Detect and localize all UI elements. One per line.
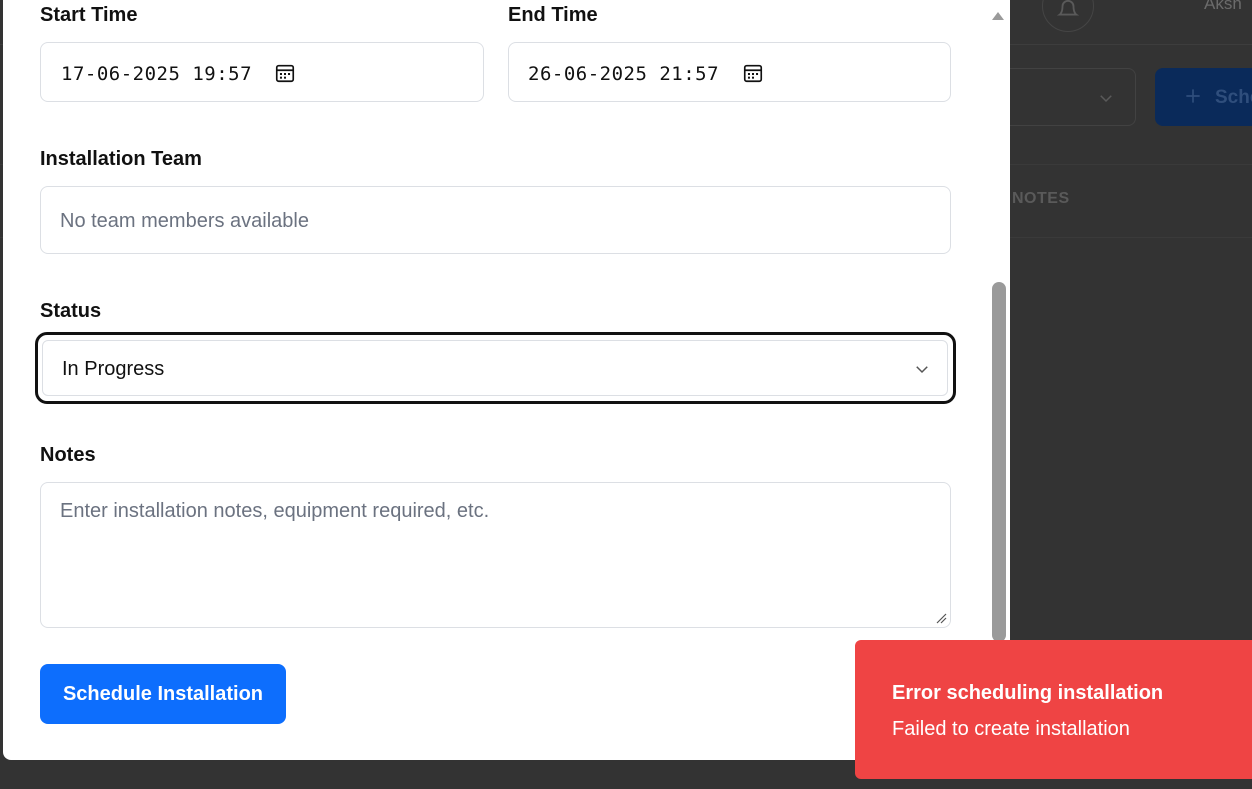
end-time-input[interactable]: 26-06-2025 21:57 [508,42,951,102]
column-header-notes: NOTES [1012,190,1070,207]
toast-description: Failed to create installation [892,718,1130,740]
notes-textarea[interactable]: Enter installation notes, equipment requ… [40,482,951,628]
bell-icon [1057,0,1079,16]
chevron-down-icon [916,366,928,374]
end-time-label: End Time [508,4,598,26]
start-time-input[interactable]: 17-06-2025 19:57 [40,42,484,102]
installation-team-field: No team members available [40,186,951,254]
notes-label: Notes [40,444,96,466]
user-name[interactable]: Aksh [1204,0,1242,14]
end-time-value: 26-06-2025 21:57 [528,63,720,85]
calendar-icon[interactable] [274,62,296,84]
start-time-label: Start Time [40,4,138,26]
status-select[interactable]: In Progress [42,340,948,396]
scrollbar-thumb[interactable] [992,282,1006,642]
schedule-installation-button[interactable]: Sche [1155,68,1252,126]
calendar-icon[interactable] [742,62,764,84]
resize-handle-icon[interactable] [935,612,947,624]
error-toast: Error scheduling installation Failed to … [855,640,1252,779]
installation-team-label: Installation Team [40,148,202,170]
status-selected-value: In Progress [62,358,165,380]
status-label: Status [40,300,102,322]
status-select-focus-ring: In Progress [35,332,956,404]
filter-select[interactable] [990,68,1136,126]
toast-title: Error scheduling installation [892,682,1164,704]
schedule-button-label: Sche [1215,87,1252,108]
scroll-up-arrow-icon[interactable] [991,10,1005,22]
notes-placeholder: Enter installation notes, equipment requ… [60,500,490,522]
installation-team-empty-text: No team members available [60,210,309,232]
start-time-value: 17-06-2025 19:57 [61,63,253,85]
chevron-down-icon [1100,95,1112,103]
schedule-installation-submit-button[interactable]: Schedule Installation [40,664,286,724]
plus-icon [1186,89,1200,103]
